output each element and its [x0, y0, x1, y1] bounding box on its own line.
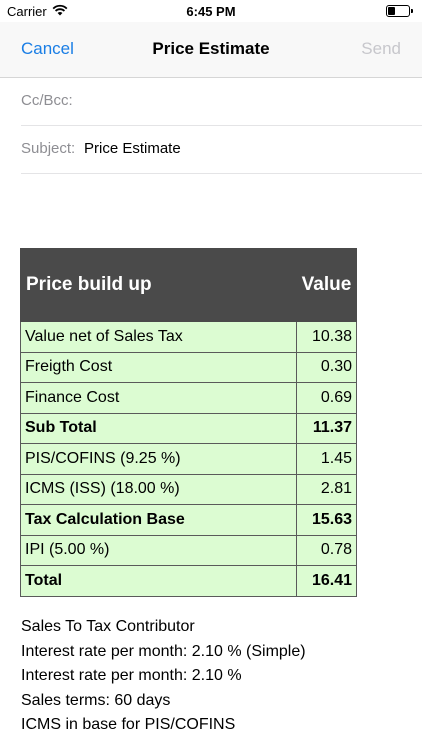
send-button[interactable]: Send	[361, 39, 401, 59]
status-time: 6:45 PM	[186, 4, 236, 19]
row-value: 2.81	[296, 473, 357, 505]
cc-bcc-field[interactable]: Cc/Bcc:	[21, 78, 422, 126]
note-line: Interest rate per month: 2.10 %	[21, 667, 242, 684]
row-value: 16.41	[296, 565, 357, 597]
row-value: 0.30	[296, 351, 357, 383]
row-value: 15.63	[296, 504, 357, 536]
row-label: Value net of Sales Tax	[19, 321, 298, 353]
table-row: PIS/COFINS (9.25 %) 1.45	[19, 443, 357, 475]
row-value: 1.45	[296, 443, 357, 475]
note-line: ICMS in base for PIS/COFINS	[21, 716, 236, 733]
note-line: Sales To Tax Contributor	[21, 618, 195, 635]
table-row-total: Total 16.41	[19, 565, 357, 597]
cc-bcc-label: Cc/Bcc:	[21, 92, 73, 109]
navigation-bar: Cancel Price Estimate Send	[0, 22, 422, 78]
table-row-subtotal: Sub Total 11.37	[19, 412, 357, 444]
row-label: Tax Calculation Base	[19, 504, 298, 536]
row-label: Freigth Cost	[19, 351, 298, 383]
row-label: IPI (5.00 %)	[19, 534, 298, 566]
battery-level	[388, 7, 395, 15]
table-header-row: Price build up Value	[19, 248, 357, 322]
header-value: Value	[296, 248, 357, 322]
battery-icon	[386, 5, 413, 17]
table-row: IPI (5.00 %) 0.78	[19, 534, 357, 566]
estimate-notes: Sales To Tax Contributor Interest rate p…	[21, 615, 306, 738]
table-row: Finance Cost 0.69	[19, 382, 357, 414]
subject-value[interactable]: Price Estimate	[84, 140, 181, 157]
header-price-build-up: Price build up	[19, 248, 298, 322]
status-bar: Carrier 6:45 PM	[0, 0, 422, 22]
row-value: 0.69	[296, 382, 357, 414]
row-label: PIS/COFINS (9.25 %)	[19, 443, 298, 475]
row-value: 11.37	[296, 412, 357, 444]
note-line: Sales terms: 60 days	[21, 691, 171, 709]
note-line: Interest rate per month: 2.10 % (Simple)	[21, 642, 306, 660]
row-value: 0.78	[296, 534, 357, 566]
subject-label: Subject:	[21, 140, 76, 157]
row-label: Total	[19, 565, 298, 597]
subject-field[interactable]: Subject: Price Estimate	[21, 126, 422, 174]
table-row: Freigth Cost 0.30	[19, 351, 357, 383]
table-row: ICMS (ISS) (18.00 %) 2.81	[19, 473, 357, 505]
row-label: ICMS (ISS) (18.00 %)	[19, 473, 298, 505]
table-row: Value net of Sales Tax 10.38	[19, 321, 357, 353]
row-label: Sub Total	[19, 412, 298, 444]
price-table: Price build up Value Value net of Sales …	[19, 248, 357, 597]
page-title: Price Estimate	[152, 39, 270, 58]
table-row-tax-base: Tax Calculation Base 15.63	[19, 504, 357, 536]
row-label: Finance Cost	[19, 382, 298, 414]
row-value: 10.38	[296, 321, 357, 353]
